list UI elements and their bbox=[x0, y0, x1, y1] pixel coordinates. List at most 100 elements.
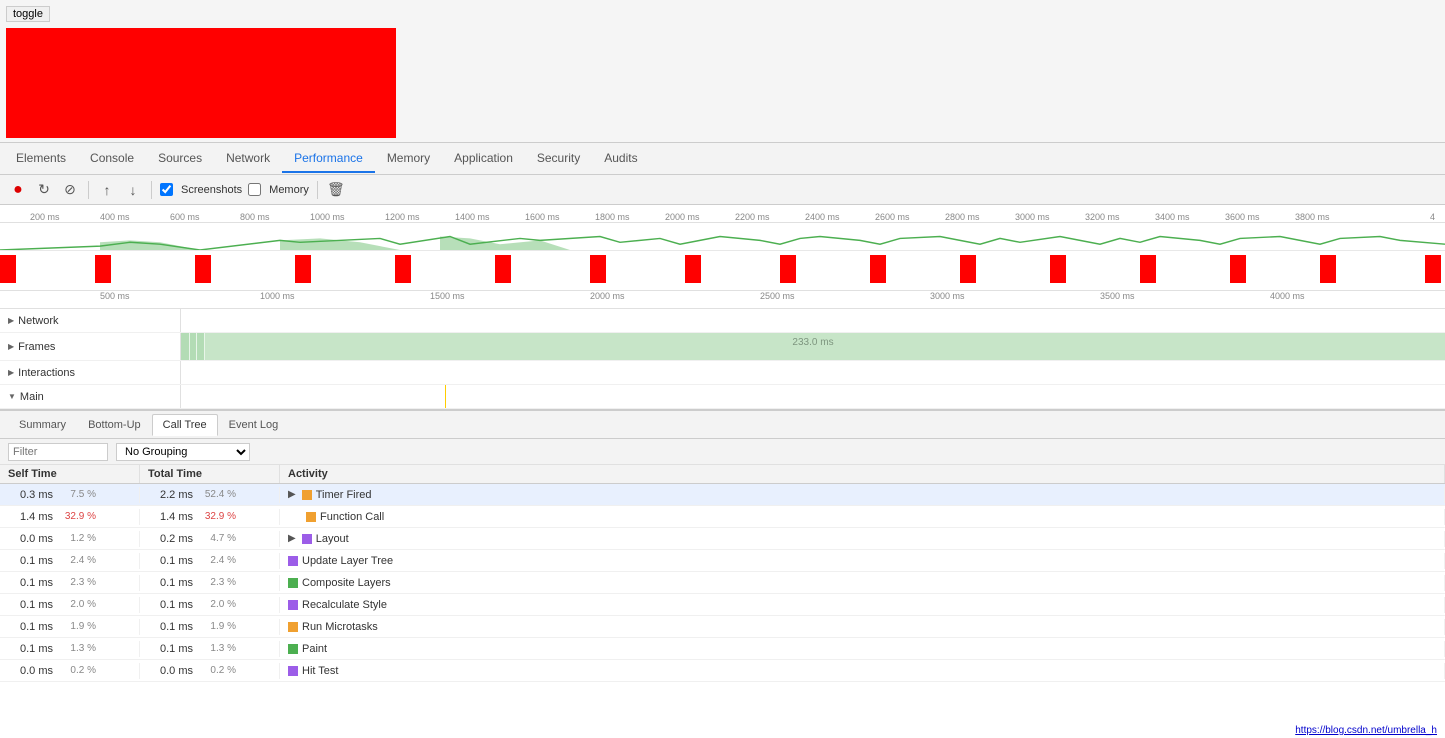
status-bar-url[interactable]: https://blog.csdn.net/umbrella_h bbox=[1287, 723, 1445, 738]
activity-label: Update Layer Tree bbox=[302, 555, 393, 567]
td-self-microtasks: 0.1 ms 1.9 % bbox=[0, 619, 140, 635]
table-row[interactable]: 0.1 ms 1.9 % 0.1 ms 1.9 % Run Microtasks bbox=[0, 616, 1445, 638]
tab-summary[interactable]: Summary bbox=[8, 414, 77, 436]
filter-row: No Grouping Group by URL Group by Domain… bbox=[0, 439, 1445, 465]
tab-bottom-up[interactable]: Bottom-Up bbox=[77, 414, 152, 436]
table-row[interactable]: 0.3 ms 7.5 % 2.2 ms 52.4 % ▶ Timer Fired bbox=[0, 484, 1445, 506]
tab-sources[interactable]: Sources bbox=[146, 145, 214, 173]
td-activity-recalc: Recalculate Style bbox=[280, 597, 1445, 613]
td-self-recalc: 0.1 ms 2.0 % bbox=[0, 597, 140, 613]
td-total-recalc: 0.1 ms 2.0 % bbox=[140, 597, 280, 613]
clear-button[interactable]: ⊘ bbox=[60, 180, 80, 200]
memory-label: Memory bbox=[269, 184, 309, 196]
table-row[interactable]: 0.1 ms 2.3 % 0.1 ms 2.3 % Composite Laye… bbox=[0, 572, 1445, 594]
upload-button[interactable]: ↑ bbox=[97, 180, 117, 200]
td-self-update-layer: 0.1 ms 2.4 % bbox=[0, 553, 140, 569]
th-total-time[interactable]: Total Time bbox=[140, 465, 280, 483]
screenshots-label: Screenshots bbox=[181, 184, 242, 196]
toggle-button[interactable]: toggle bbox=[6, 6, 50, 22]
network-track-label: ▶ Network bbox=[0, 315, 180, 327]
record-button[interactable]: ● bbox=[8, 180, 28, 200]
th-self-time[interactable]: Self Time bbox=[0, 465, 140, 483]
self-ms-val: 0.0 ms bbox=[8, 665, 53, 677]
tab-network[interactable]: Network bbox=[214, 145, 282, 173]
frames-expand-icon: ▶ bbox=[8, 342, 14, 351]
interactions-expand-icon: ▶ bbox=[8, 368, 14, 377]
td-activity-microtasks: Run Microtasks bbox=[280, 619, 1445, 635]
main-label-text: Main bbox=[20, 391, 44, 403]
td-self-function-call: 1.4 ms 32.9 % bbox=[0, 509, 140, 525]
td-self-composite: 0.1 ms 2.3 % bbox=[0, 575, 140, 591]
self-pct-val: 7.5 % bbox=[61, 489, 96, 500]
main-expand-icon: ▼ bbox=[8, 392, 16, 401]
tab-memory[interactable]: Memory bbox=[375, 145, 442, 173]
hit-test-icon bbox=[288, 666, 298, 676]
screenshot-block bbox=[195, 255, 211, 283]
interactions-label-text: Interactions bbox=[18, 367, 75, 379]
td-total-timer-fired: 2.2 ms 52.4 % bbox=[140, 487, 280, 503]
table-row[interactable]: 0.1 ms 2.4 % 0.1 ms 2.4 % Update Layer T… bbox=[0, 550, 1445, 572]
composite-layers-icon bbox=[288, 578, 298, 588]
screenshot-block bbox=[1140, 255, 1156, 283]
screenshots-checkbox[interactable] bbox=[160, 183, 173, 196]
tab-audits[interactable]: Audits bbox=[592, 145, 649, 173]
performance-toolbar: ● ↻ ⊘ ↑ ↓ Screenshots Memory 🗑 bbox=[0, 175, 1445, 205]
self-ms-val: 0.1 ms bbox=[8, 577, 53, 589]
total-ms-val: 0.1 ms bbox=[148, 621, 193, 633]
self-ms-val: 0.1 ms bbox=[8, 643, 53, 655]
th-activity[interactable]: Activity bbox=[280, 465, 1445, 483]
timeline-ruler-top: 200 ms 400 ms 600 ms 800 ms 1000 ms 1200… bbox=[0, 205, 1445, 223]
screenshot-block bbox=[495, 255, 511, 283]
td-total-layout: 0.2 ms 4.7 % bbox=[140, 531, 280, 547]
interactions-track-label: ▶ Interactions bbox=[0, 367, 180, 379]
table-row[interactable]: 0.1 ms 1.3 % 0.1 ms 1.3 % Paint bbox=[0, 638, 1445, 660]
total-ms-val: 0.1 ms bbox=[148, 577, 193, 589]
grouping-select[interactable]: No Grouping Group by URL Group by Domain… bbox=[116, 443, 250, 461]
memory-checkbox[interactable] bbox=[248, 183, 261, 196]
reload-button[interactable]: ↻ bbox=[34, 180, 54, 200]
expand-arrow-icon[interactable]: ▶ bbox=[288, 533, 296, 544]
tab-call-tree[interactable]: Call Tree bbox=[152, 414, 218, 436]
expand-arrow-icon[interactable]: ▶ bbox=[288, 489, 296, 500]
screenshot-block bbox=[295, 255, 311, 283]
tab-performance[interactable]: Performance bbox=[282, 145, 375, 173]
delete-button[interactable]: 🗑 bbox=[326, 180, 346, 200]
screenshot-block bbox=[395, 255, 411, 283]
td-activity-paint: Paint bbox=[280, 641, 1445, 657]
layout-icon bbox=[302, 534, 312, 544]
frames-track-label: ▶ Frames bbox=[0, 341, 180, 353]
tab-event-log[interactable]: Event Log bbox=[218, 414, 290, 436]
tab-security[interactable]: Security bbox=[525, 145, 592, 173]
total-pct-val: 2.0 % bbox=[201, 599, 236, 610]
timer-fired-icon bbox=[302, 490, 312, 500]
self-pct-val: 32.9 % bbox=[61, 511, 96, 522]
main-tab-bar: Elements Console Sources Network Perform… bbox=[0, 143, 1445, 175]
self-pct-val: 1.3 % bbox=[61, 643, 96, 654]
tab-console[interactable]: Console bbox=[78, 145, 146, 173]
filter-input[interactable] bbox=[8, 443, 108, 461]
total-pct-val: 2.4 % bbox=[201, 555, 236, 566]
download-button[interactable]: ↓ bbox=[123, 180, 143, 200]
screenshot-block bbox=[870, 255, 886, 283]
paint-icon bbox=[288, 644, 298, 654]
td-total-hit-test: 0.0 ms 0.2 % bbox=[140, 663, 280, 679]
frames-track[interactable]: ▶ Frames 233.0 ms bbox=[0, 333, 1445, 361]
table-row[interactable]: 0.0 ms 1.2 % 0.2 ms 4.7 % ▶ Layout bbox=[0, 528, 1445, 550]
self-ms-val: 0.1 ms bbox=[8, 599, 53, 611]
self-ms-val: 1.4 ms bbox=[8, 511, 53, 523]
table-row[interactable]: 0.0 ms 0.2 % 0.0 ms 0.2 % Hit Test bbox=[0, 660, 1445, 682]
network-track[interactable]: ▶ Network bbox=[0, 309, 1445, 333]
interactions-track[interactable]: ▶ Interactions bbox=[0, 361, 1445, 385]
table-row[interactable]: 0.1 ms 2.0 % 0.1 ms 2.0 % Recalculate St… bbox=[0, 594, 1445, 616]
total-pct-val: 2.3 % bbox=[201, 577, 236, 588]
preview-box bbox=[6, 28, 396, 138]
tab-application[interactable]: Application bbox=[442, 145, 525, 173]
function-call-icon bbox=[306, 512, 316, 522]
network-content bbox=[181, 309, 1445, 332]
screenshot-block bbox=[960, 255, 976, 283]
tab-elements[interactable]: Elements bbox=[4, 145, 78, 173]
main-track[interactable]: ▼ Main bbox=[0, 385, 1445, 409]
toolbar-sep2 bbox=[151, 181, 152, 199]
td-total-microtasks: 0.1 ms 1.9 % bbox=[140, 619, 280, 635]
table-row[interactable]: 1.4 ms 32.9 % 1.4 ms 32.9 % Function Cal… bbox=[0, 506, 1445, 528]
